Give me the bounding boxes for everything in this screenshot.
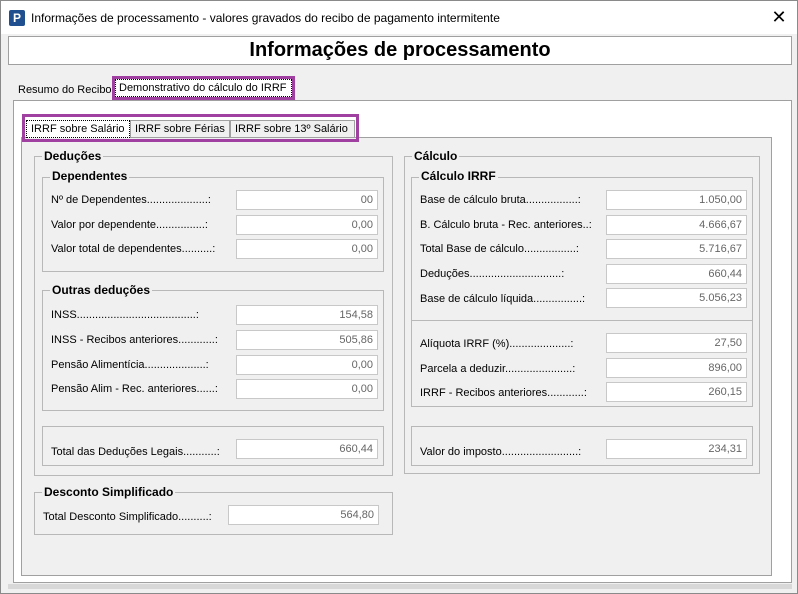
total-deducoes-field[interactable]: 660,44 bbox=[236, 439, 378, 459]
bottom-bar bbox=[8, 584, 792, 589]
pensao-anteriores-field[interactable]: 0,00 bbox=[236, 379, 378, 399]
inss-anteriores-field[interactable]: 505,86 bbox=[236, 330, 378, 350]
dialog-window: P Informações de processamento - valores… bbox=[0, 0, 798, 594]
base-calculo-liquida-field[interactable]: 5.056,23 bbox=[606, 288, 747, 308]
calculo-divider bbox=[412, 320, 752, 321]
dependentes-title: Dependentes bbox=[50, 169, 130, 183]
total-base-calculo-field[interactable]: 5.716,67 bbox=[606, 239, 747, 259]
aliquota-irrf-field[interactable]: 27,50 bbox=[606, 333, 747, 353]
inss-anteriores-label: INSS - Recibos anteriores............: bbox=[51, 334, 218, 346]
header-bar: Informações de processamento bbox=[8, 36, 792, 65]
subtabs-highlight bbox=[22, 114, 359, 142]
parcela-deduzir-field[interactable]: 896,00 bbox=[606, 358, 747, 378]
app-logo-icon: P bbox=[9, 10, 25, 26]
outras-deducoes-title: Outras deduções bbox=[50, 283, 153, 297]
tab-resumo-recibo[interactable]: Resumo do Recibo bbox=[18, 84, 112, 96]
aliquota-irrf-label: Alíquota IRRF (%)....................: bbox=[420, 338, 574, 350]
base-calculo-bruta-field[interactable]: 1.050,00 bbox=[606, 190, 747, 210]
valor-total-dependentes-field[interactable]: 0,00 bbox=[236, 239, 378, 259]
valor-por-dependente-label: Valor por dependente................: bbox=[51, 219, 208, 231]
dependentes-count-field[interactable]: 00 bbox=[236, 190, 378, 210]
pensao-anteriores-label: Pensão Alim - Rec. anteriores......: bbox=[51, 383, 218, 395]
deducoes-calculo-label: Deduções..............................: bbox=[420, 268, 565, 280]
page-title: Informações de processamento bbox=[249, 39, 551, 61]
calculo-irrf-title: Cálculo IRRF bbox=[419, 169, 498, 183]
inss-label: INSS....................................… bbox=[51, 309, 199, 321]
tab-demonstrativo-irrf[interactable]: Demonstrativo do cálculo do IRRF bbox=[115, 79, 292, 97]
parcela-deduzir-label: Parcela a deduzir......................: bbox=[420, 363, 576, 375]
desconto-simplificado-title: Desconto Simplificado bbox=[42, 485, 176, 499]
base-calculo-liquida-label: Base de cálculo líquida................: bbox=[420, 293, 586, 305]
pensao-alimenticia-field[interactable]: 0,00 bbox=[236, 355, 378, 375]
base-calculo-bruta-label: Base de cálculo bruta.................: bbox=[420, 194, 581, 206]
calculo-bruta-anteriores-field[interactable]: 4.666,67 bbox=[606, 215, 747, 235]
close-button[interactable]: ✕ bbox=[763, 3, 795, 31]
title-bar: P Informações de processamento - valores… bbox=[1, 1, 797, 34]
total-deducoes-label: Total das Deduções Legais...........: bbox=[51, 446, 220, 458]
irrf-anteriores-field[interactable]: 260,15 bbox=[606, 382, 747, 402]
desconto-simplificado-field[interactable]: 564,80 bbox=[228, 505, 379, 525]
total-base-calculo-label: Total Base de cálculo.................: bbox=[420, 243, 579, 255]
valor-total-dependentes-label: Valor total de dependentes..........: bbox=[51, 243, 216, 255]
inss-field[interactable]: 154,58 bbox=[236, 305, 378, 325]
valor-imposto-field[interactable]: 234,31 bbox=[606, 439, 747, 459]
calculo-title: Cálculo bbox=[412, 149, 460, 163]
irrf-anteriores-label: IRRF - Recibos anteriores............: bbox=[420, 387, 587, 399]
deducoes-title: Deduções bbox=[42, 149, 104, 163]
valor-por-dependente-field[interactable]: 0,00 bbox=[236, 215, 378, 235]
calculo-bruta-anteriores-label: B. Cálculo bruta - Rec. anteriores..: bbox=[420, 219, 592, 231]
window-title: Informações de processamento - valores g… bbox=[31, 11, 500, 25]
pensao-alimenticia-label: Pensão Alimentícia....................: bbox=[51, 359, 209, 371]
dependentes-count-label: Nº de Dependentes....................: bbox=[51, 194, 211, 206]
deducoes-calculo-field[interactable]: 660,44 bbox=[606, 264, 747, 284]
valor-imposto-label: Valor do imposto........................… bbox=[420, 446, 582, 458]
desconto-simplificado-label: Total Desconto Simplificado..........: bbox=[43, 511, 212, 523]
